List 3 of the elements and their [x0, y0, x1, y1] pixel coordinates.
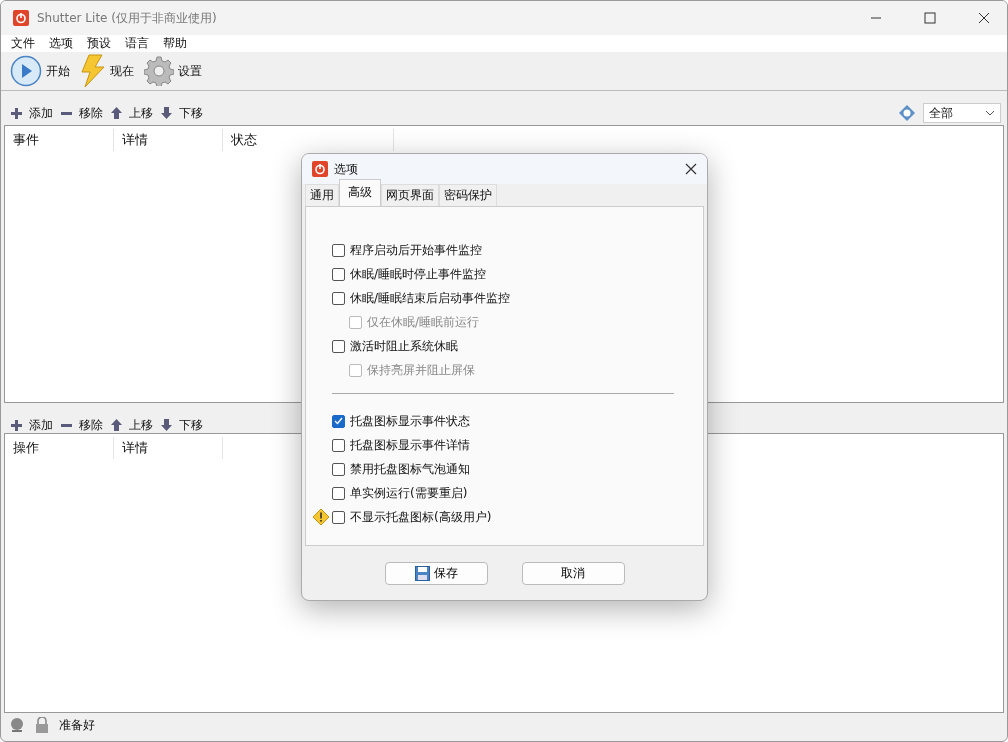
window-title: Shutter Lite (仅用于非商业使用) [37, 9, 217, 27]
status-text: 准备好 [59, 716, 95, 734]
dialog-title: 选项 [334, 160, 358, 178]
